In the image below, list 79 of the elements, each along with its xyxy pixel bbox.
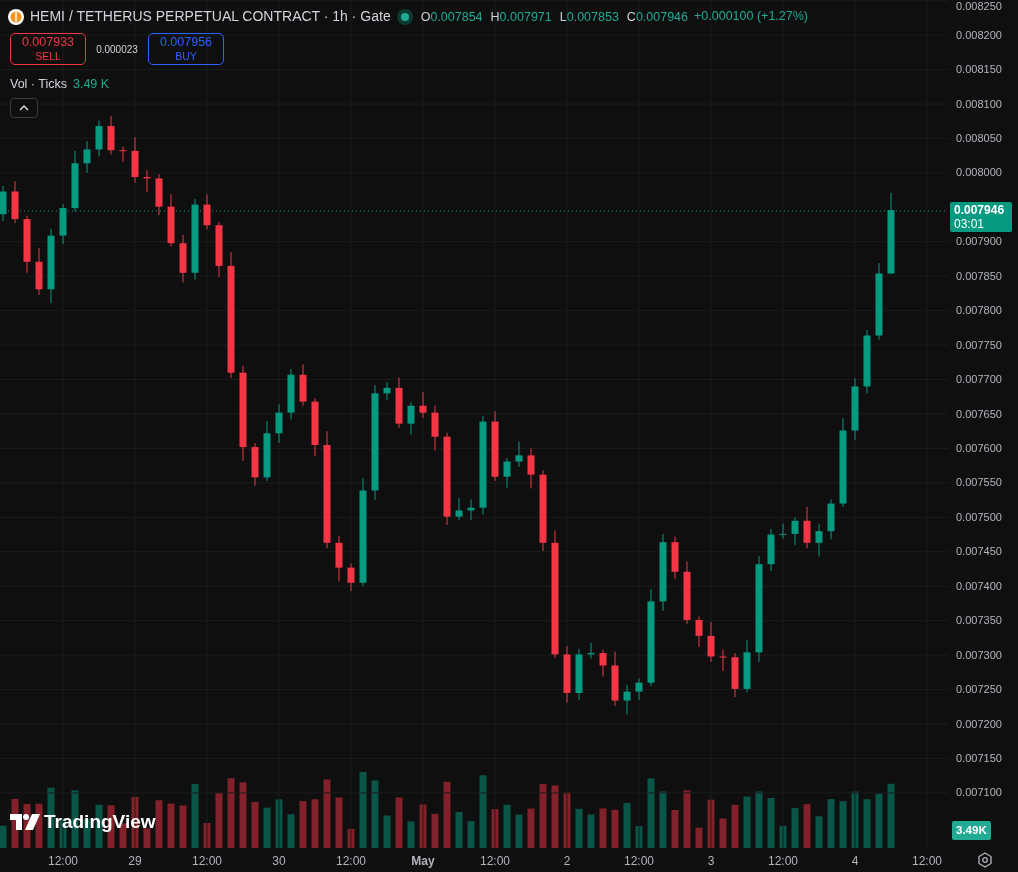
- candlestick: [407, 401, 415, 436]
- logo-text: TradingView: [44, 809, 156, 834]
- candlestick: [95, 120, 103, 157]
- time-tick: 12:00: [768, 853, 798, 870]
- candlestick: [695, 616, 703, 648]
- candlestick: [275, 403, 283, 444]
- price-tick: 0.007200: [956, 717, 1002, 731]
- price-tick: 0.007300: [956, 648, 1002, 662]
- price-tick: 0.008200: [956, 28, 1002, 42]
- time-tick: 4: [851, 853, 859, 870]
- price-tick: 0.007450: [956, 545, 1002, 559]
- time-tick: 12:00: [480, 853, 510, 870]
- candlestick: [0, 185, 7, 222]
- candlestick: [119, 146, 127, 163]
- symbol-title: HEMI / TETHERUS PERPETUAL CONTRACT · 1h · Gate: [30, 7, 391, 26]
- buy-button[interactable]: 0.007956 BUY: [148, 33, 224, 65]
- candlestick: [635, 678, 643, 701]
- ohlc-value: L0.007853: [559, 9, 619, 26]
- price-tick: 0.007700: [956, 373, 1002, 387]
- candlestick: [815, 523, 823, 558]
- time-tick: 29: [128, 853, 142, 870]
- candlestick: [599, 649, 607, 677]
- price-tick: 0.008050: [956, 131, 1002, 145]
- price-tick: 0.007600: [956, 441, 1002, 455]
- volume-label: 3.49K: [952, 821, 991, 841]
- price-tick: 0.007900: [956, 235, 1002, 249]
- ohlc-value: O0.007854: [420, 9, 483, 26]
- price-tick: 0.008000: [956, 166, 1002, 180]
- time-tick: May: [411, 853, 435, 870]
- price-change: +0.000100 (+1.27%): [694, 8, 808, 26]
- price-tick: 0.007800: [956, 304, 1002, 318]
- candlestick: [791, 516, 799, 546]
- price-tick: 0.008100: [956, 97, 1002, 111]
- candlestick: [719, 649, 727, 672]
- time-tick: 12:00: [48, 853, 78, 870]
- time-tick: 30: [272, 853, 286, 870]
- price-tick: 0.007850: [956, 269, 1002, 283]
- price-tick: 0.007550: [956, 476, 1002, 490]
- candlestick: [803, 506, 811, 549]
- candlestick: [779, 523, 787, 540]
- time-tick: 3: [707, 853, 715, 870]
- coin-logo-icon: [8, 8, 24, 25]
- sell-button[interactable]: 0.007933 SELL: [10, 33, 86, 65]
- price-tick: 0.007150: [956, 751, 1002, 765]
- price-tick: 0.008250: [956, 0, 1002, 13]
- settings-icon[interactable]: [977, 852, 993, 868]
- time-tick: 12:00: [624, 853, 654, 870]
- price-tick: 0.007100: [956, 786, 1002, 800]
- candlestick: [503, 457, 511, 489]
- collapse-button[interactable]: [10, 98, 38, 118]
- price-tick: 0.007500: [956, 510, 1002, 524]
- candlestick: [419, 391, 427, 419]
- indicator-value: 3.49 K: [72, 76, 110, 93]
- price-tick: 0.007350: [956, 614, 1002, 628]
- spread-value: 0.000023: [95, 42, 139, 57]
- candlestick: [527, 447, 535, 489]
- candlestick: [707, 621, 715, 663]
- candlestick: [83, 140, 91, 174]
- candlestick: [347, 563, 355, 592]
- candlestick: [623, 684, 631, 715]
- candlestick: [203, 193, 211, 230]
- last-price-label: 0.007946 03:01: [950, 202, 1012, 232]
- price-tick: 0.007250: [956, 683, 1002, 697]
- time-tick: 12:00: [912, 853, 942, 870]
- tv-logo-icon: [10, 813, 40, 830]
- price-tick: 0.007650: [956, 407, 1002, 421]
- candlestick: [383, 381, 391, 401]
- indicator-name: Vol · Ticks: [10, 76, 67, 93]
- candlestick: [455, 497, 463, 521]
- price-tick: 0.007400: [956, 579, 1002, 593]
- time-tick: 2: [563, 853, 571, 870]
- time-tick: 12:00: [192, 853, 222, 870]
- price-tick: 0.008150: [956, 63, 1002, 77]
- price-tick: 0.007750: [956, 338, 1002, 352]
- ohlc-value: H0.007971: [490, 9, 552, 26]
- time-tick: 12:00: [336, 853, 366, 870]
- caret-icon: [19, 105, 29, 111]
- candlestick: [515, 441, 523, 468]
- ohlc-value: C0.007946: [626, 9, 688, 26]
